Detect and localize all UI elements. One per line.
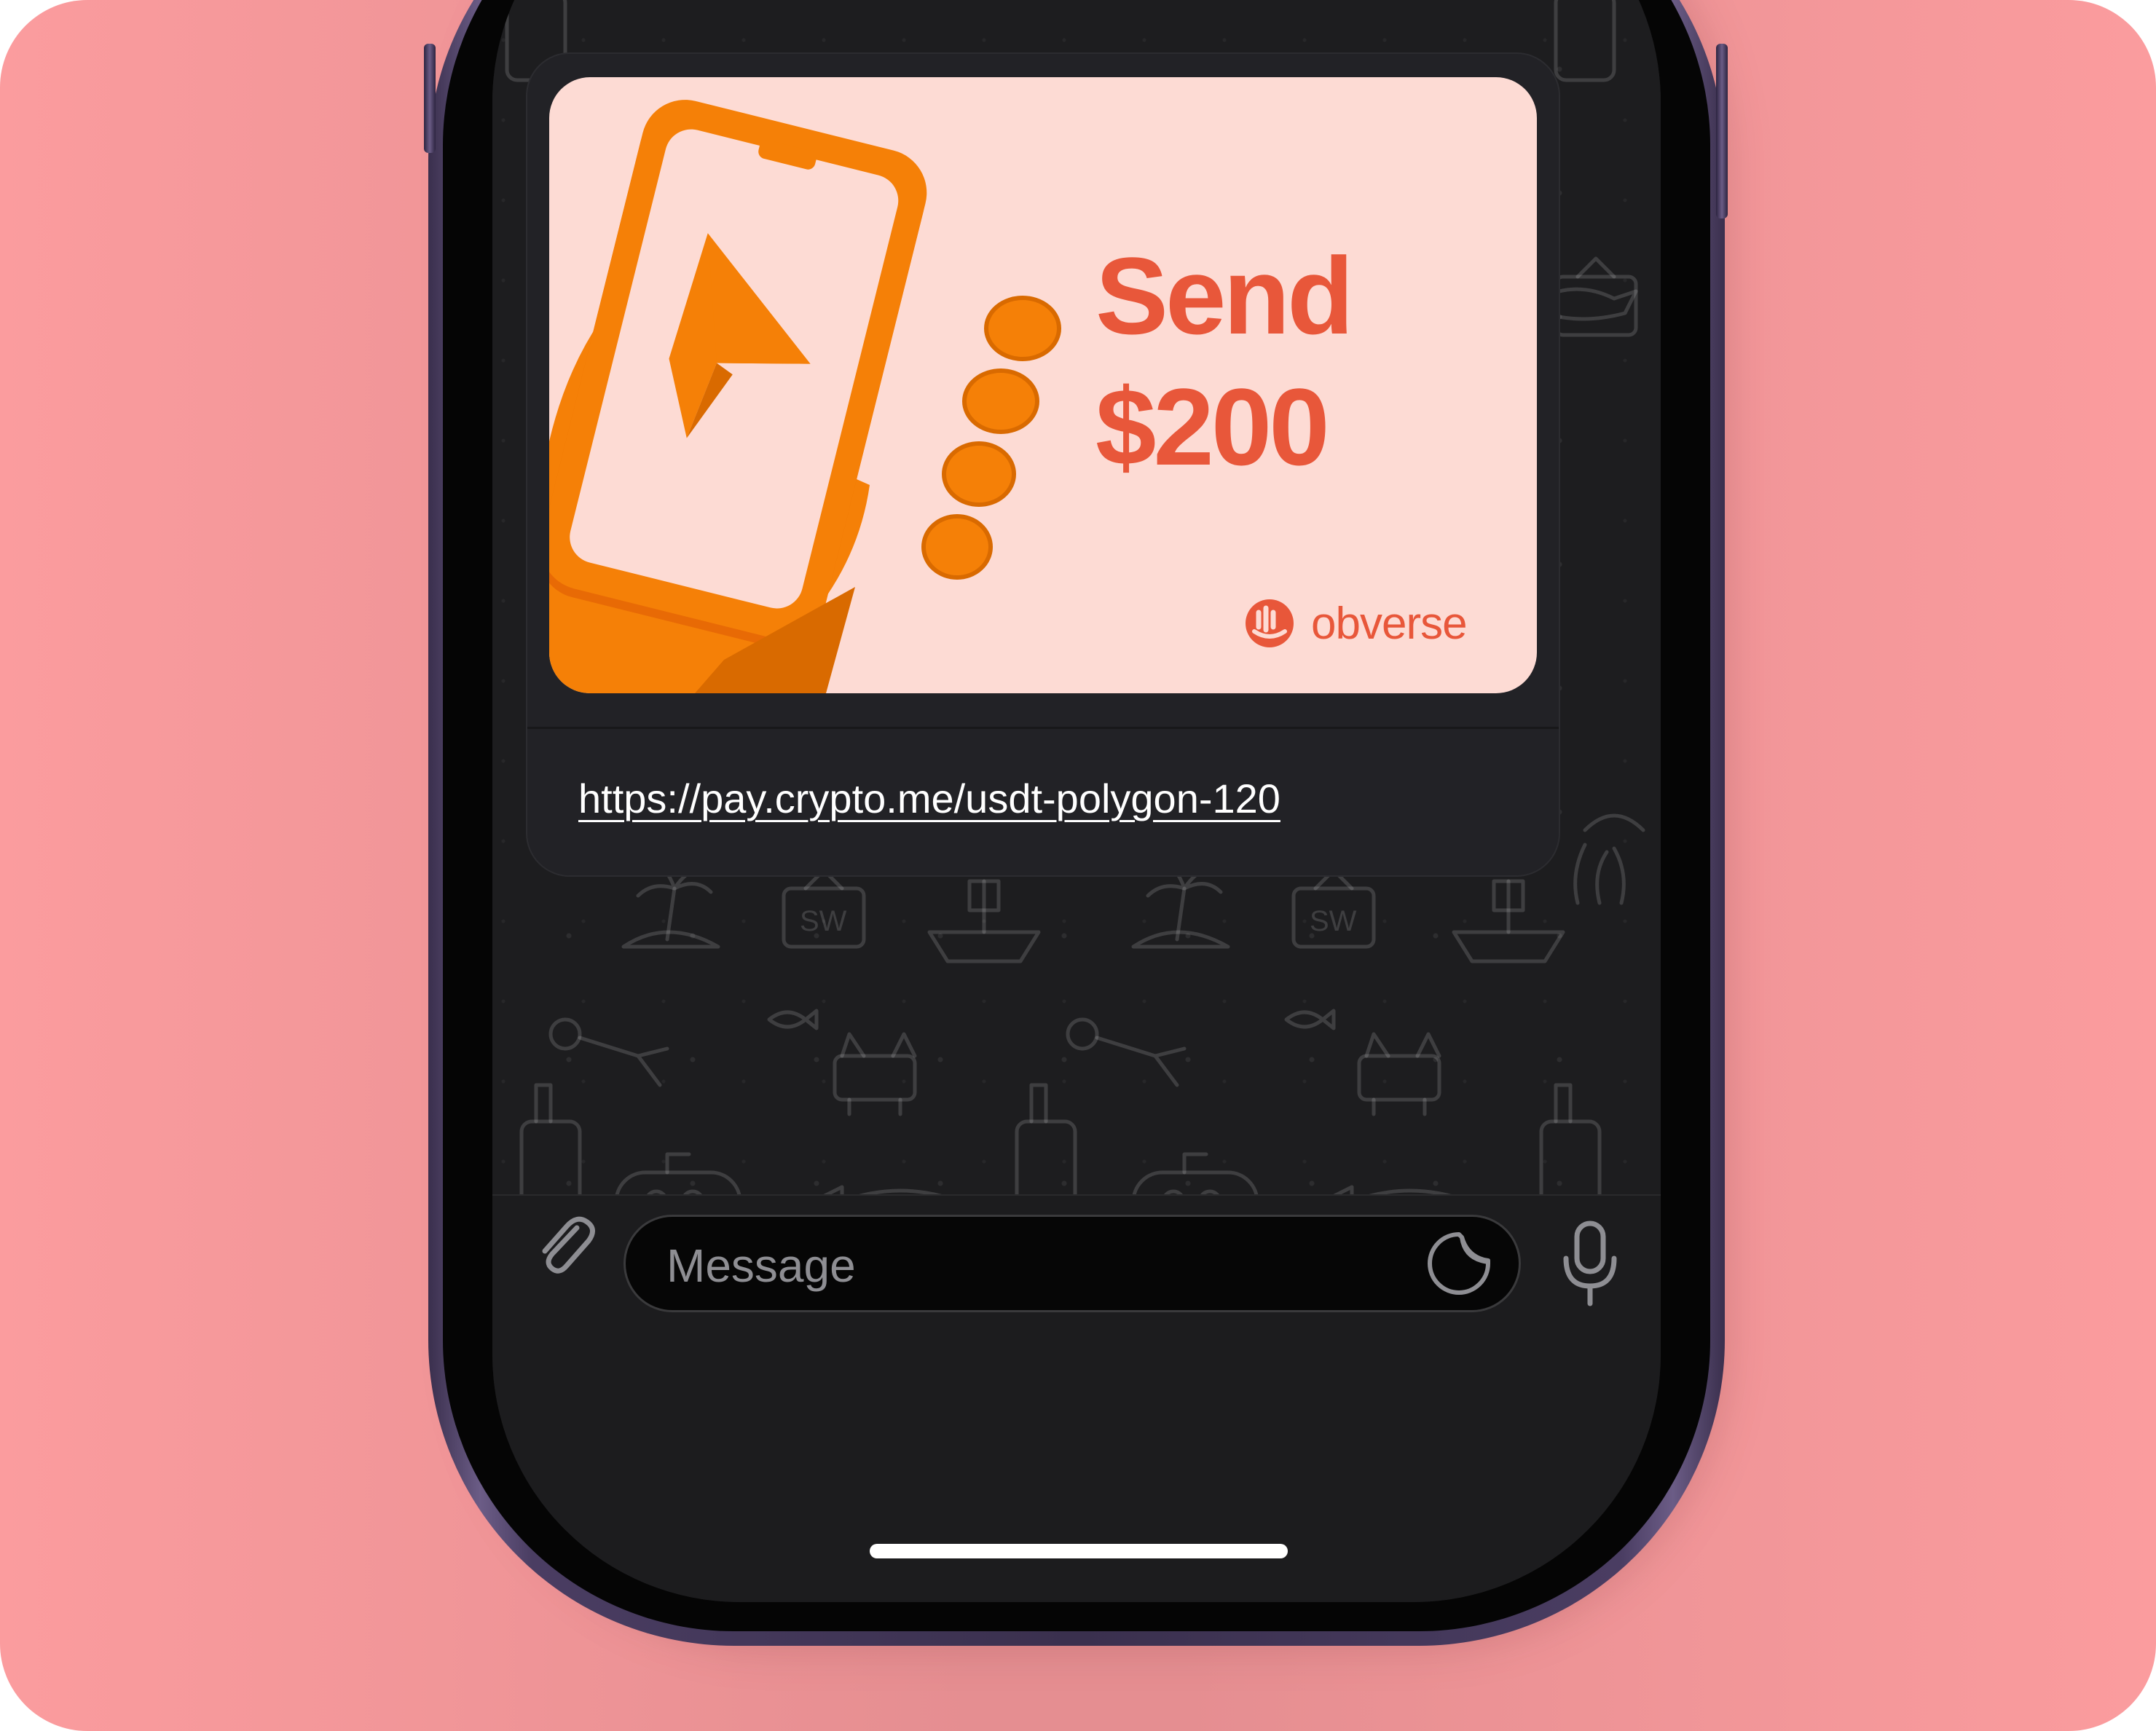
link-preview-image[interactable]: Send $200 obverse — [549, 77, 1537, 693]
message-placeholder: Message — [666, 1239, 856, 1292]
headline-line-1: Send — [1095, 234, 1354, 357]
payment-link[interactable]: https://pay.crypto.me/usdt-polygon-120 — [578, 775, 1280, 822]
sticker-icon — [1428, 1232, 1490, 1295]
preview-headline: Send $200 — [1095, 230, 1354, 492]
brand-logo: obverse — [1244, 594, 1468, 652]
background: SW SW Send $200 obverse https://pay.cryp… — [0, 0, 2156, 1731]
headline-line-2: $200 — [1095, 366, 1330, 488]
svg-text:SW: SW — [800, 905, 847, 937]
bubble-divider — [527, 727, 1559, 729]
microphone-button[interactable] — [1557, 1216, 1623, 1311]
svg-text:SW: SW — [1310, 905, 1357, 937]
brand-name: obverse — [1311, 598, 1468, 649]
phone-power-button — [1716, 44, 1728, 218]
home-indicator[interactable] — [870, 1544, 1288, 1558]
hand-phone-illustration — [549, 100, 1061, 693]
message-input[interactable]: Message — [623, 1215, 1521, 1312]
microphone-icon — [1563, 1221, 1617, 1306]
message-bubble[interactable]: Send $200 obverse https://pay.crypto.me/… — [526, 52, 1560, 877]
phone-side-button — [424, 44, 436, 153]
attach-button[interactable] — [524, 1206, 605, 1286]
phone-screen: SW SW Send $200 obverse https://pay.cryp… — [492, 0, 1661, 1602]
sticker-button[interactable] — [1424, 1229, 1494, 1298]
obverse-logo-icon — [1246, 599, 1294, 647]
paperclip-icon — [542, 1216, 595, 1274]
